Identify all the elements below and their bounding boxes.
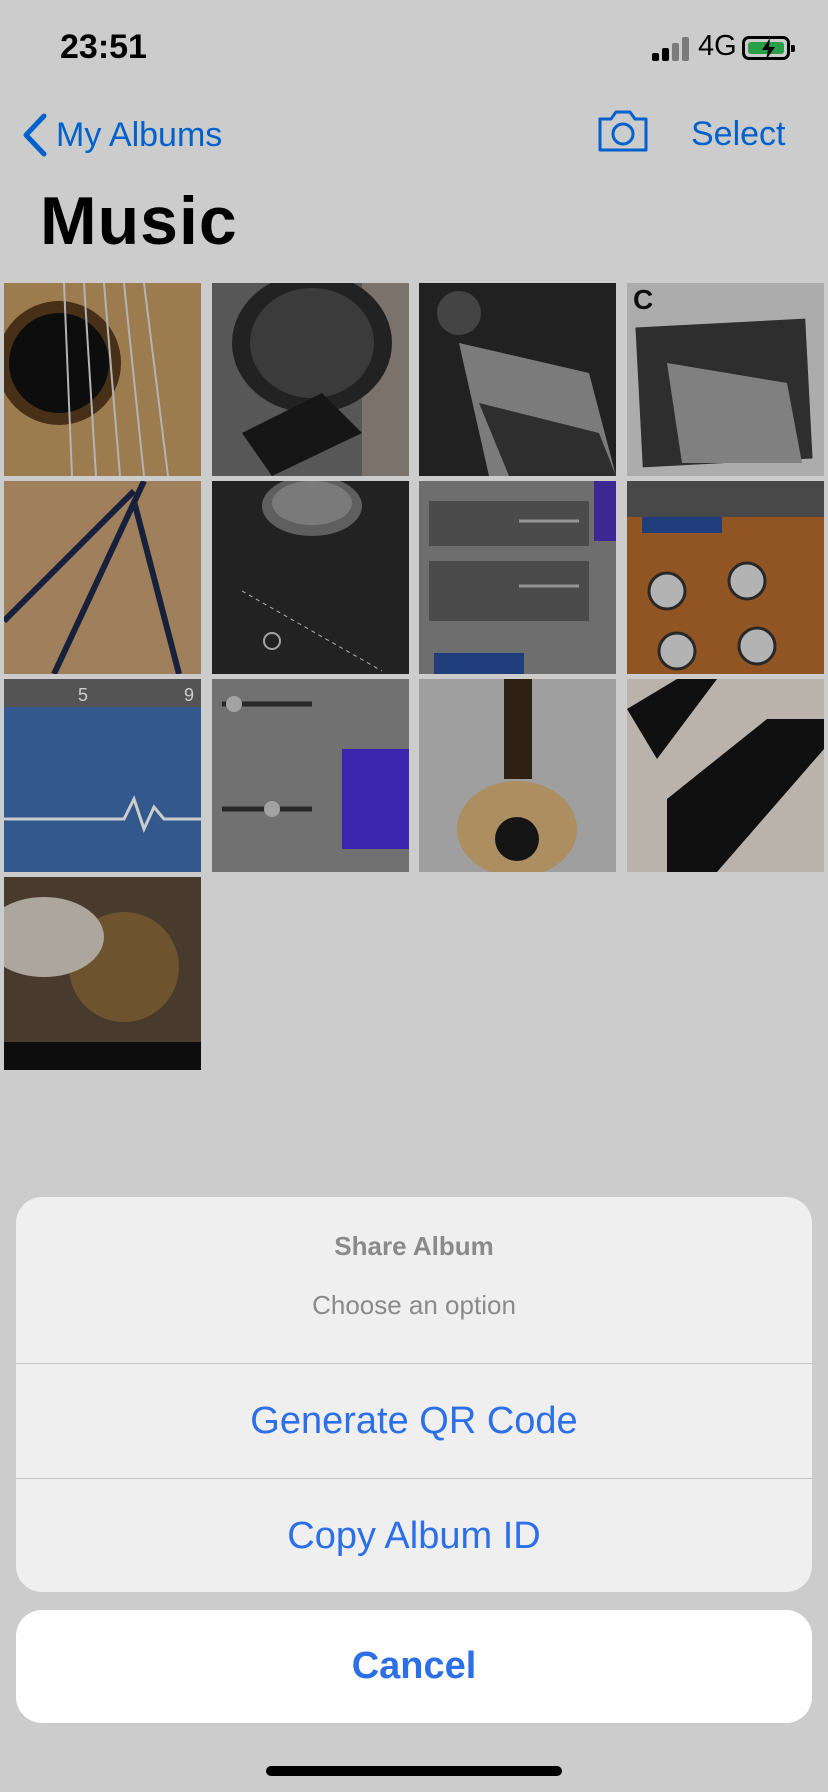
album-screen: 23:51 4G My Albums Select Music C 5 9 Sh…: [0, 0, 828, 1792]
copy-album-id-button[interactable]: Copy Album ID: [16, 1479, 812, 1592]
action-sheet-header: Share Album Choose an option: [16, 1197, 812, 1364]
action-sheet-title: Share Album: [334, 1231, 494, 1261]
home-indicator[interactable]: [266, 1766, 562, 1776]
share-action-sheet: Share Album Choose an option Generate QR…: [16, 1197, 812, 1592]
cancel-button[interactable]: Cancel: [16, 1610, 812, 1723]
generate-qr-code-button[interactable]: Generate QR Code: [16, 1364, 812, 1479]
action-sheet-message: Choose an option: [312, 1290, 516, 1320]
